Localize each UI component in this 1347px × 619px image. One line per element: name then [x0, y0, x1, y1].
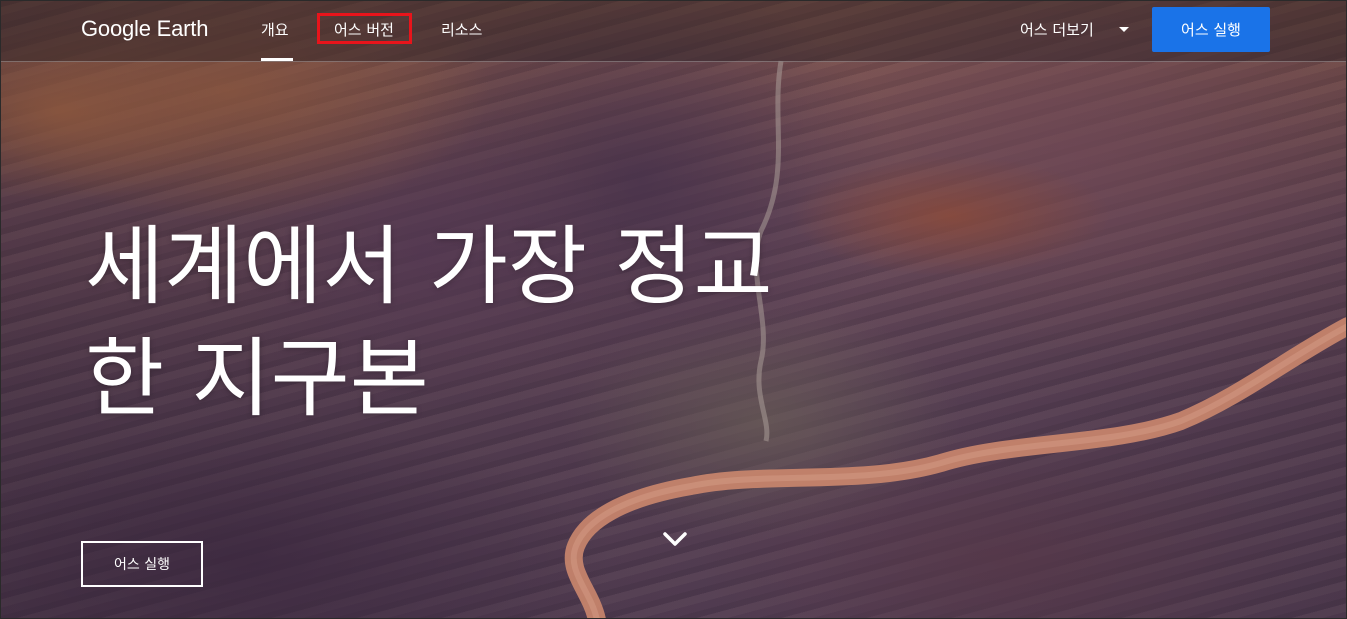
more-earth-dropdown[interactable]: 어스 더보기 [1020, 19, 1094, 40]
nav-item-overview[interactable]: 개요 [261, 19, 289, 40]
hero-headline-line-2: 한 지구본 [85, 329, 429, 429]
top-navigation-bar: Google Earth 개요 어스 버전 리소스 어스 더보기 어스 실행 [1, 1, 1346, 62]
caret-down-icon[interactable] [1119, 27, 1129, 32]
launch-earth-button[interactable]: 어스 실행 [1152, 7, 1270, 52]
chevron-down-icon[interactable] [662, 529, 688, 549]
hero-headline-line-1: 세계에서 가장 정교 [85, 217, 773, 317]
highlight-annotation-box [317, 13, 412, 44]
google-earth-logo[interactable]: Google Earth [81, 16, 208, 42]
browser-viewport: Google Earth 개요 어스 버전 리소스 어스 더보기 어스 실행 세… [0, 0, 1347, 619]
launch-earth-outline-button[interactable]: 어스 실행 [81, 541, 203, 587]
active-nav-indicator [261, 58, 293, 61]
nav-item-resources[interactable]: 리소스 [441, 19, 482, 40]
hero-headline: 세계에서 가장 정교 한 지구본 [85, 211, 773, 435]
